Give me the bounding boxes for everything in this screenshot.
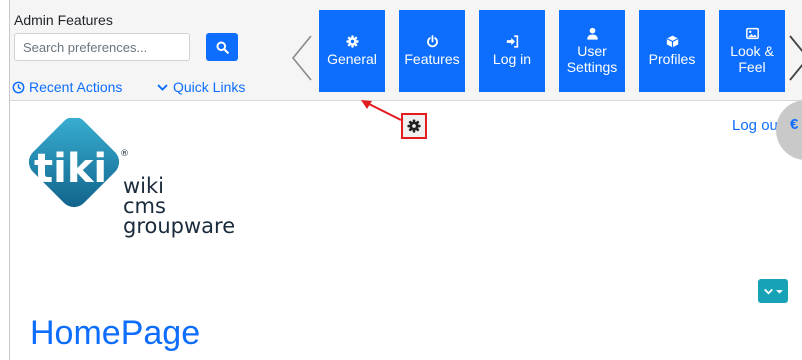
tile-log-in[interactable]: Log in bbox=[479, 10, 545, 92]
tile-user-settings[interactable]: User Settings bbox=[559, 10, 625, 92]
history-icon bbox=[12, 81, 25, 93]
svg-text:®: ® bbox=[120, 149, 128, 159]
carousel-prev-chevron-icon[interactable] bbox=[290, 34, 314, 82]
search-icon bbox=[215, 40, 229, 54]
search-preferences-input[interactable] bbox=[14, 33, 190, 61]
quick-links-label: Quick Links bbox=[173, 79, 246, 95]
user-avatar-glyph: € bbox=[790, 116, 799, 133]
logo-line-wiki: wiki bbox=[123, 174, 165, 198]
tile-log-in-label: Log in bbox=[492, 51, 532, 67]
tile-user-settings-label: User Settings bbox=[566, 43, 618, 75]
gear-icon bbox=[345, 35, 359, 48]
power-icon bbox=[426, 35, 438, 48]
admin-features-bar: Admin Features Recent Actions Quick Link… bbox=[10, 0, 802, 101]
logo-mark: tiki bbox=[34, 146, 107, 192]
tile-look-and-feel[interactable]: Look & Feel bbox=[719, 10, 785, 92]
carousel-next-chevron-icon[interactable] bbox=[787, 34, 802, 82]
tiki-logo-icon[interactable]: tiki ® bbox=[28, 118, 128, 218]
caret-down-icon bbox=[776, 289, 783, 294]
user-avatar[interactable]: € bbox=[776, 100, 802, 160]
tile-general-label: General bbox=[327, 51, 377, 67]
page-title: HomePage bbox=[30, 314, 201, 352]
user-icon bbox=[586, 27, 598, 40]
tile-general[interactable]: General bbox=[319, 10, 385, 92]
chevron-down-icon bbox=[764, 288, 773, 294]
sign-in-icon bbox=[506, 35, 518, 48]
logout-link[interactable]: Log out bbox=[732, 117, 782, 134]
image-icon bbox=[745, 27, 759, 40]
page-actions-dropdown-button[interactable] bbox=[758, 279, 788, 303]
tile-profiles[interactable]: Profiles bbox=[639, 10, 705, 92]
tile-look-and-feel-label: Look & Feel bbox=[730, 43, 774, 75]
chevron-down-icon bbox=[157, 83, 168, 91]
logo-line-groupware: groupware bbox=[123, 214, 236, 238]
quick-links-link[interactable]: Quick Links bbox=[156, 79, 245, 95]
recent-actions-link[interactable]: Recent Actions bbox=[12, 79, 122, 95]
cube-icon bbox=[666, 35, 678, 48]
gear-icon bbox=[407, 119, 421, 133]
admin-features-title: Admin Features bbox=[14, 12, 113, 28]
tile-profiles-label: Profiles bbox=[648, 51, 696, 67]
admin-gear-button[interactable] bbox=[401, 113, 427, 139]
logo-line-cms: cms bbox=[123, 194, 166, 218]
annotation-arrow-icon bbox=[361, 100, 402, 121]
tile-features[interactable]: Features bbox=[399, 10, 465, 92]
tile-features-label: Features bbox=[404, 51, 460, 67]
logo-wordmark: wiki cms groupware bbox=[123, 174, 236, 238]
search-button[interactable] bbox=[206, 33, 238, 61]
recent-actions-label: Recent Actions bbox=[29, 79, 123, 95]
